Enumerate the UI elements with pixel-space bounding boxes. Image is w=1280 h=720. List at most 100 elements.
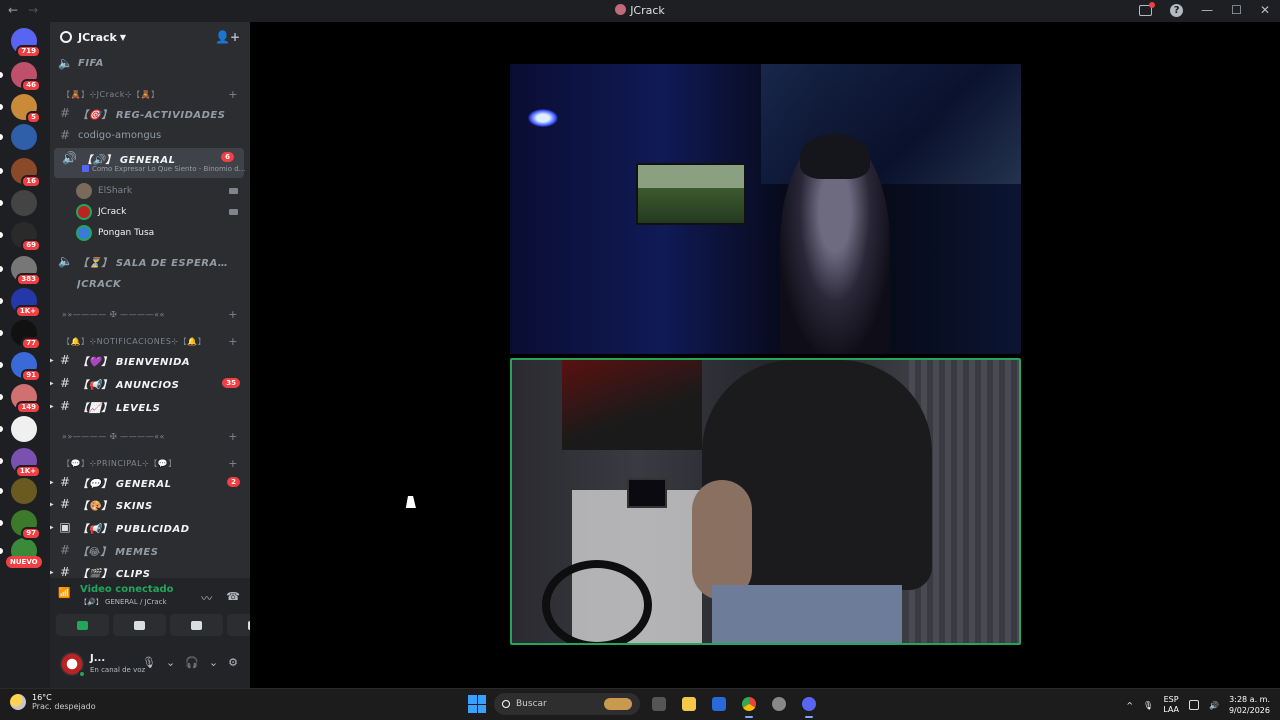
- user-name[interactable]: J...: [90, 653, 105, 664]
- category-principal[interactable]: 【💬】⊹PRINCIPAL⊹【💬】 +: [50, 454, 250, 472]
- hash-icon: #: [59, 497, 71, 511]
- category-jcrack[interactable]: 【🧸】⊹JCrack⊹【🧸】 +: [50, 85, 250, 103]
- text-channel-memes[interactable]: # 【😂】 MEMES: [50, 540, 250, 560]
- server-icon[interactable]: [11, 124, 37, 150]
- unread-pip: [0, 330, 3, 336]
- task-view-icon[interactable]: [648, 693, 670, 715]
- server-gear-icon: [60, 31, 72, 43]
- headphones-icon[interactable]: 🎧: [185, 656, 199, 669]
- server-icon[interactable]: 1K+: [11, 448, 41, 478]
- direct-messages-icon[interactable]: 719: [11, 28, 41, 58]
- hash-icon: #: [59, 399, 71, 413]
- mail-icon[interactable]: [708, 693, 730, 715]
- screen-share-button[interactable]: [113, 614, 166, 636]
- signal-icon[interactable]: 📶: [58, 588, 72, 602]
- unread-pip: [0, 72, 3, 78]
- weather-condition: Prac. despejado: [32, 702, 96, 711]
- video-stage: [250, 22, 1280, 688]
- volume-icon[interactable]: 🔊: [1209, 701, 1219, 710]
- text-channel-bienvenida[interactable]: ▶ # 【💜】 BIENVENIDA: [50, 350, 250, 370]
- user-panel: J... En canal de voz 🎙 ⌄ 🎧 ⌄ ⚙: [50, 644, 250, 688]
- server-icon[interactable]: [11, 478, 37, 504]
- add-channel-icon[interactable]: +: [228, 308, 238, 321]
- inbox-icon[interactable]: [1139, 2, 1156, 16]
- microphone-icon[interactable]: 🎙: [1143, 701, 1153, 710]
- unread-pip: [0, 104, 3, 110]
- input-language[interactable]: ESP LAA: [1163, 695, 1179, 715]
- close-button[interactable]: ✕: [1260, 3, 1270, 17]
- mention-badge: 91: [21, 369, 41, 382]
- minimize-button[interactable]: —: [1201, 3, 1213, 17]
- server-header[interactable]: JCrack ▼ 👤+: [50, 22, 250, 52]
- chevron-down-icon[interactable]: ⌄: [166, 656, 175, 669]
- chevron-up-icon[interactable]: ^: [1126, 701, 1133, 710]
- text-channel-general[interactable]: ▶ # 【💬】 GENERAL 2: [50, 472, 250, 492]
- activity-status: Como Expresar Lo Que Siento - Binomio d.…: [82, 165, 245, 173]
- chrome-icon[interactable]: [738, 693, 760, 718]
- server-icon[interactable]: [11, 190, 37, 216]
- settings-gear-icon[interactable]: ⚙: [228, 656, 238, 669]
- video-tile-camera-2-speaking[interactable]: [510, 358, 1021, 645]
- camera-button[interactable]: [56, 614, 109, 636]
- text-channel-levels[interactable]: ▶ # 【📈】 LEVELS: [50, 396, 250, 416]
- video-tile-camera-1[interactable]: [510, 64, 1021, 354]
- text-channel-publicidad[interactable]: ▶ ▣ 【📢】 PUBLICIDAD: [50, 517, 250, 537]
- add-channel-icon[interactable]: +: [228, 88, 238, 101]
- maximize-button[interactable]: ☐: [1231, 3, 1242, 17]
- category-notificaciones[interactable]: 【🔔】⊹NOTIFICACIONES⊹【🔔】 +: [50, 332, 250, 350]
- voice-location[interactable]: 【🔊】 GENERAL / JCrack: [80, 597, 173, 607]
- server-icon[interactable]: 69: [11, 222, 41, 252]
- add-member-icon[interactable]: 👤+: [215, 30, 240, 44]
- unread-pip: ▶: [50, 478, 54, 486]
- unread-pip: [0, 266, 3, 272]
- server-icon[interactable]: [11, 416, 37, 442]
- voice-user-elshark[interactable]: ElShark: [76, 181, 246, 201]
- server-icon[interactable]: 1K+: [11, 288, 41, 318]
- text-channel-reg-actividades[interactable]: # 【🎯】 REG-ACTIVIDADES: [50, 103, 250, 123]
- server-icon[interactable]: 91: [11, 352, 41, 382]
- server-icon[interactable]: 16: [11, 158, 41, 188]
- app-icon[interactable]: [768, 693, 790, 715]
- category-name: 【🔔】⊹NOTIFICACIONES⊹【🔔】: [62, 336, 207, 346]
- help-icon[interactable]: ?: [1170, 4, 1184, 17]
- file-explorer-icon[interactable]: [678, 693, 700, 715]
- add-channel-icon[interactable]: +: [228, 457, 238, 470]
- text-channel-codigo-amongus[interactable]: # codigo-amongus: [50, 125, 250, 145]
- network-icon[interactable]: [1189, 700, 1199, 710]
- taskbar-search[interactable]: Buscar: [494, 693, 640, 715]
- add-channel-icon[interactable]: +: [228, 335, 238, 348]
- disconnect-icon[interactable]: ☎: [226, 590, 240, 606]
- weather-widget[interactable]: 16°C Prac. despejado: [10, 693, 96, 711]
- windows-start-icon[interactable]: [468, 695, 486, 713]
- voice-channel-fifa[interactable]: 🔈 FIFA: [50, 53, 250, 73]
- discord-taskbar-icon[interactable]: [798, 693, 820, 718]
- server-icon[interactable]: 46: [11, 62, 41, 92]
- noise-suppression-icon[interactable]: 〰: [201, 590, 212, 606]
- add-channel-icon[interactable]: +: [228, 430, 238, 443]
- activities-button[interactable]: [170, 614, 223, 636]
- microphone-icon[interactable]: 🎙: [142, 656, 156, 669]
- clock[interactable]: 3:28 a. m. 9/02/2026: [1229, 694, 1270, 716]
- voice-status[interactable]: Video conectado: [80, 584, 173, 595]
- activities-icon: [191, 620, 202, 630]
- window-titlebar: ← → JCrack ? — ☐ ✕: [0, 0, 1280, 22]
- mention-badge: 16: [21, 175, 41, 188]
- voice-channel-jcrack[interactable]: JCRACK: [50, 274, 250, 294]
- voice-user-pongan-tusa[interactable]: Pongan Tusa: [76, 223, 246, 243]
- server-icon[interactable]: 97: [11, 510, 41, 540]
- server-icon[interactable]: 149: [11, 384, 41, 414]
- user-status: En canal de voz: [90, 666, 146, 674]
- server-list: 97 1K+ 149 91 77 1K+ 383 69 16 5 46 719 NUEVO: [0, 22, 50, 688]
- server-icon[interactable]: 5: [11, 94, 41, 124]
- channel-name: 【💬】 GENERAL: [78, 478, 172, 490]
- text-channel-anuncios[interactable]: ▶ # 【📢】 ANUNCIOS 35: [50, 373, 250, 393]
- unread-pip: [0, 362, 3, 368]
- voice-channel-sala-espera[interactable]: 🔈 【⏳】 SALA DE ESPERA [CO...: [50, 251, 250, 271]
- voice-user-jcrack[interactable]: JCrack: [76, 202, 246, 222]
- text-channel-skins[interactable]: ▶ # 【🎨】 SKINS: [50, 494, 250, 514]
- text-channel-clips[interactable]: ▶ # 【🎬】 CLIPS: [50, 562, 250, 578]
- server-icon[interactable]: 77: [11, 320, 41, 350]
- voice-channel-general[interactable]: 🔊 【🔊】 GENERAL 6 Como Expresar Lo Que Sie…: [54, 148, 245, 178]
- chevron-down-icon[interactable]: ⌄: [209, 656, 218, 669]
- server-icon[interactable]: 383: [11, 256, 41, 286]
